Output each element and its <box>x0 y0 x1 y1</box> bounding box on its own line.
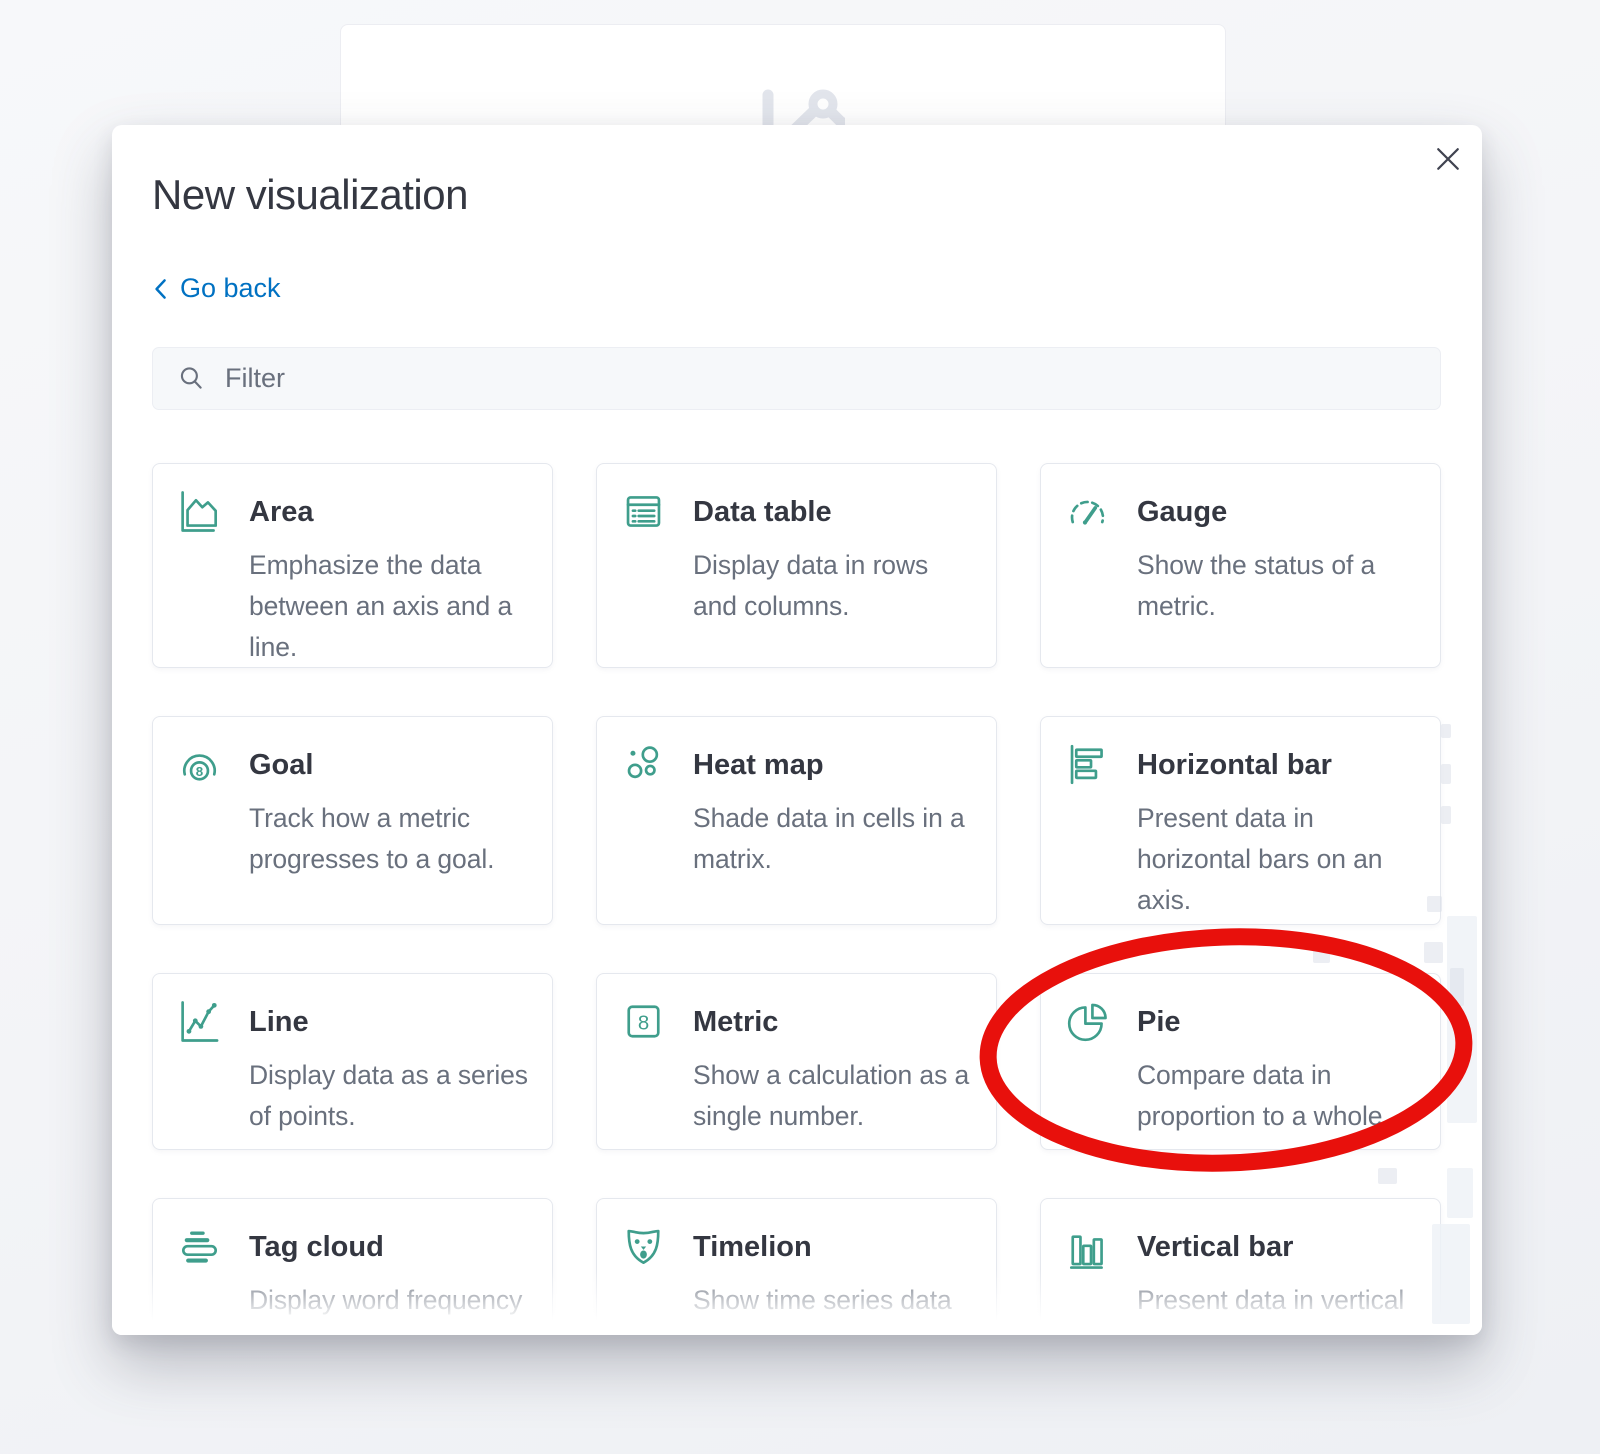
viz-card-title: Timelion <box>693 1230 974 1265</box>
go-back-label: Go back <box>180 273 281 304</box>
viz-card-description: Show the status of a metric. <box>1137 545 1418 627</box>
viz-card-title: Line <box>249 1005 530 1040</box>
viz-card-description: Present data in horizontal bars on an ax… <box>1137 798 1418 921</box>
viz-card-description: Present data in vertical bars on an axis… <box>1137 1280 1418 1335</box>
viz-card-line[interactable]: Line Display data as a series of points. <box>152 973 553 1150</box>
heat-map-icon <box>621 742 666 787</box>
viz-card-area[interactable]: Area Emphasize the data between an axis … <box>152 463 553 668</box>
viz-card-title: Vertical bar <box>1137 1230 1418 1265</box>
horizontal-bar-icon <box>1065 742 1110 787</box>
close-button[interactable] <box>1428 139 1468 179</box>
viz-card-title: Heat map <box>693 748 974 783</box>
viz-card-metric[interactable]: 8 Metric Show a calculation as a single … <box>596 973 997 1150</box>
viz-card-description: Display word frequency with font size. <box>249 1280 530 1335</box>
viz-card-title: Area <box>249 495 530 530</box>
viz-card-title: Metric <box>693 1005 974 1040</box>
viz-card-gauge[interactable]: Gauge Show the status of a metric. <box>1040 463 1441 668</box>
viz-card-description: Shade data in cells in a matrix. <box>693 798 974 880</box>
viz-card-timelion[interactable]: Timelion Show time series data on a grap… <box>596 1198 997 1335</box>
viz-card-description: Display data as a series of points. <box>249 1055 530 1137</box>
viz-card-data-table[interactable]: Data table Display data in rows and colu… <box>596 463 997 668</box>
pie-chart-icon <box>1065 999 1110 1044</box>
viz-card-description: Show time series data on a graph. <box>693 1280 974 1335</box>
viz-card-description: Track how a metric progresses to a goal. <box>249 798 530 880</box>
area-chart-icon <box>177 489 222 534</box>
viz-card-title: Pie <box>1137 1005 1418 1040</box>
viz-card-pie[interactable]: Pie Compare data in proportion to a whol… <box>1040 973 1441 1150</box>
chevron-left-icon <box>152 277 168 301</box>
viz-card-description: Display data in rows and columns. <box>693 545 974 627</box>
filter-field <box>152 347 1441 410</box>
viz-card-tag-cloud[interactable]: Tag cloud Display word frequency with fo… <box>152 1198 553 1335</box>
data-table-icon <box>621 489 666 534</box>
go-back-link[interactable]: Go back <box>152 273 281 304</box>
viz-card-heat-map[interactable]: Heat map Shade data in cells in a matrix… <box>596 716 997 925</box>
viz-card-title: Data table <box>693 495 974 530</box>
gauge-icon <box>1065 489 1110 534</box>
visualization-type-grid: Area Emphasize the data between an axis … <box>152 463 1441 1335</box>
vertical-bar-icon <box>1065 1224 1110 1269</box>
line-chart-icon <box>177 999 222 1044</box>
viz-card-vertical-bar[interactable]: Vertical bar Present data in vertical ba… <box>1040 1198 1441 1335</box>
viz-card-description: Emphasize the data between an axis and a… <box>249 545 530 668</box>
modal-title: New visualization <box>152 171 1442 219</box>
timelion-icon <box>621 1224 666 1269</box>
viz-card-title: Gauge <box>1137 495 1418 530</box>
viz-card-title: Horizontal bar <box>1137 748 1418 783</box>
new-visualization-modal: New visualization Go back Area Emphasize… <box>112 125 1482 1335</box>
search-icon <box>175 362 207 394</box>
svg-text:8: 8 <box>196 764 204 779</box>
viz-card-goal[interactable]: 8 Goal Track how a metric progresses to … <box>152 716 553 925</box>
viz-card-title: Tag cloud <box>249 1230 530 1265</box>
viz-card-horizontal-bar[interactable]: Horizontal bar Present data in horizonta… <box>1040 716 1441 925</box>
close-icon <box>1435 146 1461 172</box>
viz-card-description: Compare data in proportion to a whole. <box>1137 1055 1418 1137</box>
viz-card-description: Show a calculation as a single number. <box>693 1055 974 1137</box>
metric-icon: 8 <box>621 999 666 1044</box>
svg-text:8: 8 <box>638 1012 649 1034</box>
viz-card-title: Goal <box>249 748 530 783</box>
filter-input[interactable] <box>207 348 1440 409</box>
goal-icon: 8 <box>177 742 222 787</box>
tag-cloud-icon <box>177 1224 222 1269</box>
